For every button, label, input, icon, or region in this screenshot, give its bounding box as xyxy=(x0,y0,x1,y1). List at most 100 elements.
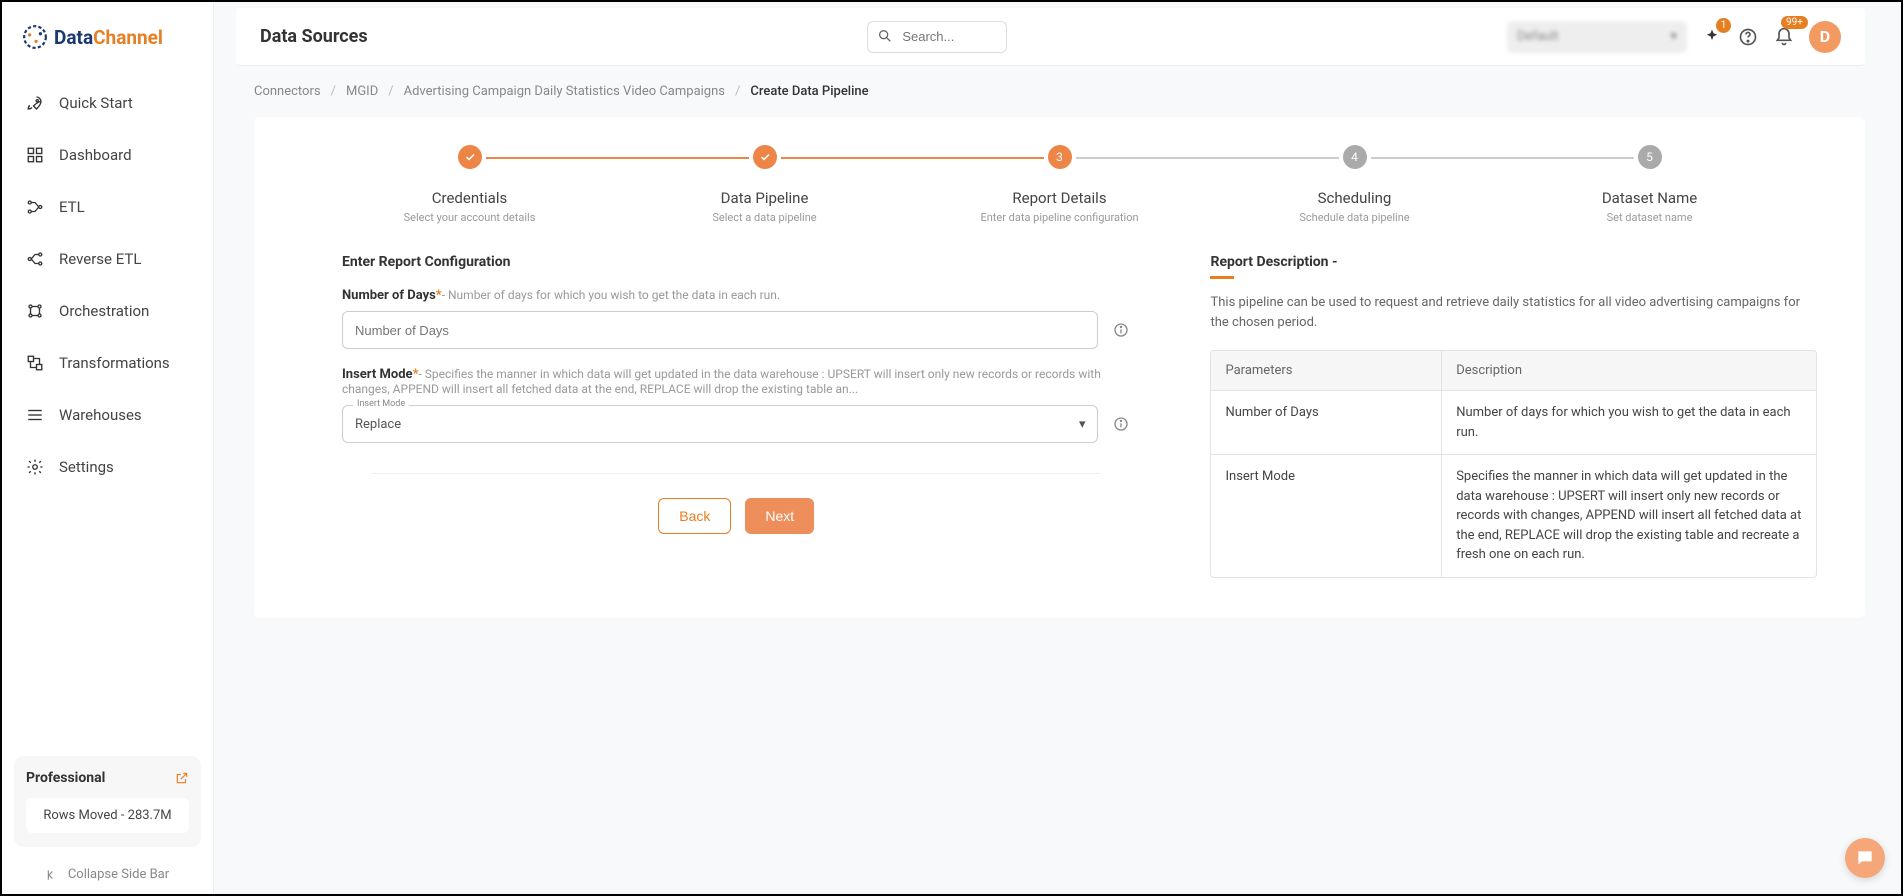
cell-param: Insert Mode xyxy=(1211,455,1441,577)
step-num: 3 xyxy=(1048,145,1072,169)
field-label-days: Number of Days xyxy=(342,288,436,303)
step-sub: Set dataset name xyxy=(1502,211,1797,224)
ai-sparkle-button[interactable]: 1 xyxy=(1701,26,1723,48)
logo-icon xyxy=(22,24,48,50)
section-title: Enter Report Configuration xyxy=(342,254,1130,270)
field-label-mode: Insert Mode xyxy=(342,367,413,382)
select-value: Replace xyxy=(355,417,401,432)
step-data-pipeline[interactable]: Data Pipeline Select a data pipeline xyxy=(617,145,912,224)
nav-quick-start[interactable]: Quick Start xyxy=(10,80,205,126)
step-title: Data Pipeline xyxy=(617,189,912,207)
step-title: Report Details xyxy=(912,189,1207,207)
logo-text-1: Data xyxy=(54,26,93,49)
cell-desc: Number of days for which you wish to get… xyxy=(1441,391,1816,454)
org-selector[interactable]: Default ▾ xyxy=(1507,21,1687,53)
cell-param: Number of Days xyxy=(1211,391,1441,454)
nav-label: ETL xyxy=(59,198,85,216)
chevron-down-icon: ▾ xyxy=(1670,29,1677,44)
step-num: 4 xyxy=(1343,145,1367,169)
logo-text-2: Channel xyxy=(93,26,163,49)
nav-dashboard[interactable]: Dashboard xyxy=(10,132,205,178)
dashboard-icon xyxy=(25,145,45,165)
crumb[interactable]: Advertising Campaign Daily Statistics Vi… xyxy=(404,84,725,99)
step-sub: Enter data pipeline configuration xyxy=(912,211,1207,224)
cell-desc: Specifies the manner in which data will … xyxy=(1441,455,1816,577)
step-sub: Schedule data pipeline xyxy=(1207,211,1502,224)
step-title: Dataset Name xyxy=(1502,189,1797,207)
select-float-label: Insert Mode xyxy=(353,399,409,409)
table-row: Insert Mode Specifies the manner in whic… xyxy=(1211,454,1816,577)
description-panel: Report Description - This pipeline can b… xyxy=(1210,254,1837,578)
plan-rows: Rows Moved - 283.7M xyxy=(26,798,189,833)
step-scheduling[interactable]: 4 Scheduling Schedule data pipeline xyxy=(1207,145,1502,224)
step-sub: Select a data pipeline xyxy=(617,211,912,224)
number-of-days-input[interactable] xyxy=(342,311,1098,349)
plan-name: Professional xyxy=(26,770,105,786)
topbar: Data Sources Default ▾ 1 99+ D xyxy=(236,8,1865,66)
nav-label: Dashboard xyxy=(59,146,132,164)
insert-mode-select[interactable]: Insert Mode Replace ▾ xyxy=(342,405,1098,443)
info-icon[interactable] xyxy=(1112,416,1130,432)
description-text: This pipeline can be used to request and… xyxy=(1210,293,1817,332)
th-description: Description xyxy=(1441,351,1816,390)
warehouses-icon xyxy=(25,405,45,425)
search[interactable] xyxy=(867,21,1007,53)
step-credentials[interactable]: Credentials Select your account details xyxy=(322,145,617,224)
avatar[interactable]: D xyxy=(1809,21,1841,53)
nav-label: Quick Start xyxy=(59,94,133,112)
description-title: Report Description - xyxy=(1210,254,1817,270)
table-row: Number of Days Number of days for which … xyxy=(1211,390,1816,454)
notifications-button[interactable]: 99+ xyxy=(1773,26,1795,48)
field-hint-days: - Number of days for which you wish to g… xyxy=(442,288,780,302)
chevron-down-icon: ▾ xyxy=(1079,417,1086,432)
th-parameters: Parameters xyxy=(1211,351,1441,390)
logo[interactable]: DataChannel xyxy=(2,2,213,80)
crumb[interactable]: Connectors xyxy=(254,84,321,99)
content-card: Credentials Select your account details … xyxy=(254,117,1865,618)
sidebar: DataChannel Quick Start Dashboard ETL Re… xyxy=(2,2,214,894)
step-title: Credentials xyxy=(322,189,617,207)
info-icon[interactable] xyxy=(1112,322,1130,338)
step-report-details[interactable]: 3 Report Details Enter data pipeline con… xyxy=(912,145,1207,224)
collapse-sidebar[interactable]: Collapse Side Bar xyxy=(2,855,213,894)
chat-button[interactable] xyxy=(1845,838,1885,878)
table-header: Parameters Description xyxy=(1211,351,1816,390)
collapse-label: Collapse Side Bar xyxy=(68,867,169,882)
gear-icon xyxy=(25,457,45,477)
bell-badge: 99+ xyxy=(1781,16,1808,29)
back-button[interactable]: Back xyxy=(658,498,731,534)
nav-reverse-etl[interactable]: Reverse ETL xyxy=(10,236,205,282)
step-sub: Select your account details xyxy=(322,211,617,224)
step-title: Scheduling xyxy=(1207,189,1502,207)
nav: Quick Start Dashboard ETL Reverse ETL Or… xyxy=(2,80,213,748)
org-name: Default xyxy=(1517,29,1559,44)
nav-warehouses[interactable]: Warehouses xyxy=(10,392,205,438)
nav-label: Reverse ETL xyxy=(59,250,141,268)
crumb-current: Create Data Pipeline xyxy=(750,84,868,99)
etl-icon xyxy=(25,197,45,217)
rocket-icon xyxy=(25,93,45,113)
external-link-icon[interactable] xyxy=(175,771,189,785)
nav-label: Orchestration xyxy=(59,302,149,320)
nav-label: Transformations xyxy=(59,354,170,372)
stepper: Credentials Select your account details … xyxy=(322,145,1797,224)
nav-settings[interactable]: Settings xyxy=(10,444,205,490)
step-dataset-name[interactable]: 5 Dataset Name Set dataset name xyxy=(1502,145,1797,224)
next-button[interactable]: Next xyxy=(745,498,814,534)
orchestration-icon xyxy=(25,301,45,321)
nav-etl[interactable]: ETL xyxy=(10,184,205,230)
step-num: 5 xyxy=(1638,145,1662,169)
plan-card: Professional Rows Moved - 283.7M xyxy=(14,756,201,847)
nav-label: Warehouses xyxy=(59,406,142,424)
divider xyxy=(372,473,1100,474)
nav-transformations[interactable]: Transformations xyxy=(10,340,205,386)
breadcrumb: Connectors / MGID / Advertising Campaign… xyxy=(214,66,1901,109)
crumb[interactable]: MGID xyxy=(346,84,378,99)
search-icon xyxy=(877,28,893,44)
help-button[interactable] xyxy=(1737,26,1759,48)
nav-orchestration[interactable]: Orchestration xyxy=(10,288,205,334)
nav-label: Settings xyxy=(59,458,114,476)
collapse-icon xyxy=(46,868,60,882)
param-table: Parameters Description Number of Days Nu… xyxy=(1210,350,1817,578)
field-hint-mode: - Specifies the manner in which data wil… xyxy=(342,367,1101,396)
